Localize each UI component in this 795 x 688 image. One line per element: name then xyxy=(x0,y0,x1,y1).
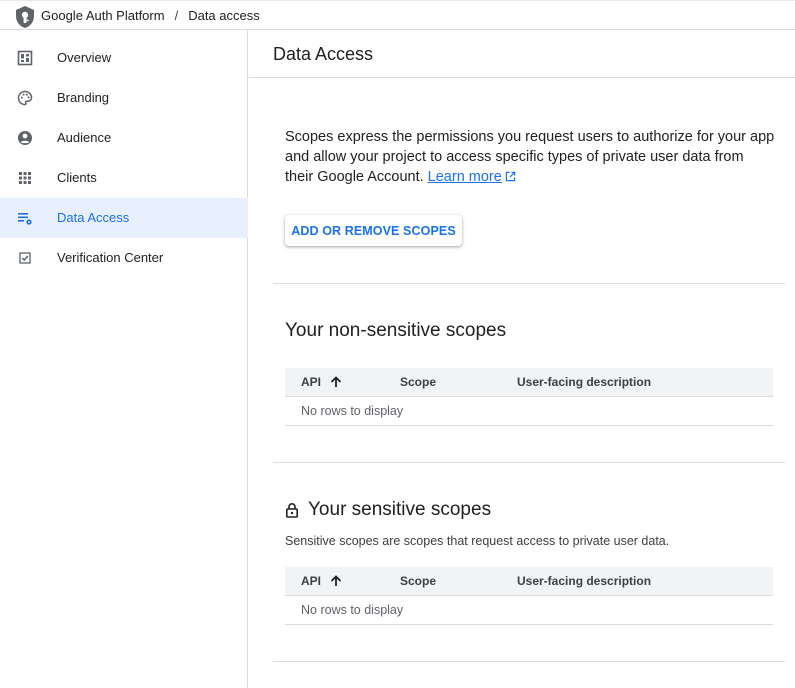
intro-text: Scopes express the permissions you reque… xyxy=(285,129,775,185)
add-or-remove-scopes-button[interactable]: ADD OR REMOVE SCOPES xyxy=(285,215,462,246)
sidebar-item-label: Clients xyxy=(57,170,97,185)
column-header-api[interactable]: API xyxy=(301,375,343,389)
breadcrumb-app-name[interactable]: Google Auth Platform xyxy=(41,8,165,23)
sidebar-item-label: Branding xyxy=(57,90,110,105)
column-header-description[interactable]: User-facing description xyxy=(517,375,651,389)
external-link-icon[interactable] xyxy=(505,171,516,182)
sidebar: Overview Branding Audience Clients Data … xyxy=(0,30,248,688)
sidebar-item-label: Audience xyxy=(57,130,112,145)
learn-more-label: Learn more xyxy=(427,169,502,185)
page-title: Data Access xyxy=(273,44,374,64)
dashboard-icon xyxy=(17,50,33,66)
lock-icon xyxy=(285,503,298,518)
column-header-scope[interactable]: Scope xyxy=(400,375,436,389)
section-divider xyxy=(273,462,785,463)
column-header-api[interactable]: API xyxy=(301,574,343,588)
table-header: API Scope User-facing description xyxy=(285,368,773,397)
sidebar-item-label: Data Access xyxy=(57,210,130,225)
empty-state-text: No rows to display xyxy=(301,404,404,418)
section-divider xyxy=(273,661,785,662)
data-access-icon xyxy=(18,213,32,225)
sidebar-item-label: Overview xyxy=(57,50,112,65)
palette-icon xyxy=(17,90,33,106)
column-header-description[interactable]: User-facing description xyxy=(517,574,651,588)
grid-icon xyxy=(19,172,31,184)
non-sensitive-scopes-title: Your non-sensitive scopes xyxy=(285,320,507,341)
column-label: API xyxy=(301,375,322,389)
top-bar: Google Auth Platform / Data access xyxy=(0,0,795,30)
sidebar-item-audience[interactable]: Audience xyxy=(0,118,248,158)
sidebar-item-data-access[interactable]: Data Access xyxy=(0,198,248,238)
arrow-up-sort-icon[interactable] xyxy=(329,574,343,588)
sensitive-scopes-title-text: Your sensitive scopes xyxy=(308,499,492,520)
sidebar-item-overview[interactable]: Overview xyxy=(0,38,248,78)
breadcrumb-separator: / xyxy=(174,8,179,23)
sidebar-item-label: Verification Center xyxy=(57,250,164,265)
page-header: Data Access xyxy=(249,30,795,78)
table-header: API Scope User-facing description xyxy=(285,567,773,596)
non-sensitive-scopes-table: API Scope User-facing description No row… xyxy=(285,368,773,426)
sidebar-item-verification-center[interactable]: Verification Center xyxy=(0,238,248,278)
sidebar-item-clients[interactable]: Clients xyxy=(0,158,248,198)
sidebar-item-branding[interactable]: Branding xyxy=(0,78,248,118)
breadcrumb-current-page: Data access xyxy=(188,8,260,23)
sensitive-scopes-table: API Scope User-facing description No row… xyxy=(285,567,773,625)
main-content: Data Access Scopes express the permissio… xyxy=(249,30,795,688)
checkbox-icon xyxy=(19,252,31,264)
section-divider xyxy=(273,283,785,284)
empty-state-text: No rows to display xyxy=(301,603,404,617)
scopes-intro-text: Scopes express the permissions you reque… xyxy=(285,127,775,187)
account-circle-icon xyxy=(18,131,32,145)
sensitive-scopes-title: Your sensitive scopes xyxy=(285,499,491,521)
column-label: API xyxy=(301,574,322,588)
column-header-scope[interactable]: Scope xyxy=(400,574,436,588)
table-empty-row: No rows to display xyxy=(285,596,773,625)
arrow-up-sort-icon[interactable] xyxy=(329,375,343,389)
sensitive-scopes-description: Sensitive scopes are scopes that request… xyxy=(285,534,670,548)
table-empty-row: No rows to display xyxy=(285,397,773,426)
learn-more-link[interactable]: Learn more xyxy=(428,169,502,185)
breadcrumb: Google Auth Platform / Data access xyxy=(41,8,260,23)
auth-platform-shield-icon xyxy=(16,6,34,28)
